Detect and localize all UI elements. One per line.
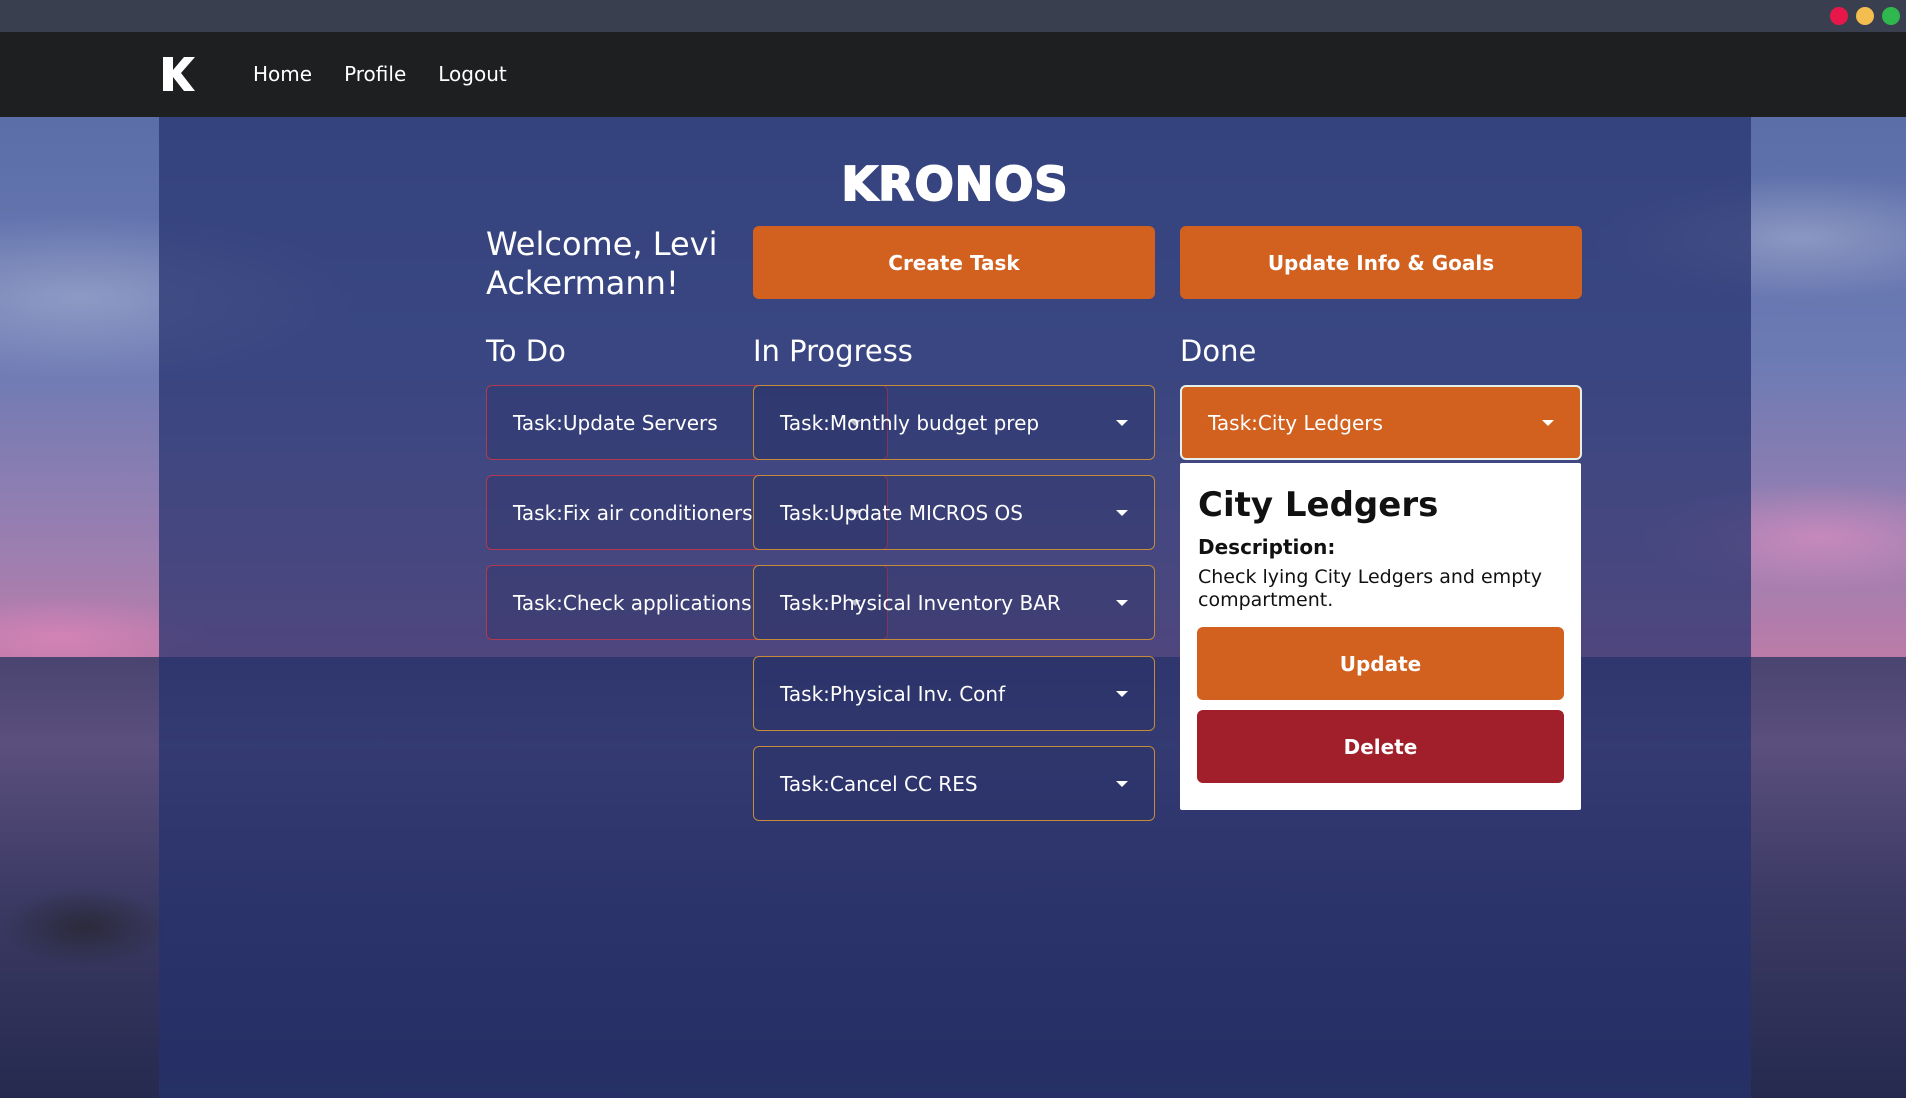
brand-title: KRONOS [841,156,1069,212]
task-dropdown[interactable]: Task:Physical Inventory BAR [753,565,1155,640]
caret-down-icon [1116,509,1128,516]
task-description: Check lying City Ledgers and empty compa… [1198,566,1542,611]
caret-down-icon [1542,419,1554,426]
task-label: Task:Physical Inv. Conf [780,681,1006,706]
task-detail-title: City Ledgers [1198,485,1439,525]
task-label: Task:Monthly budget prep [780,410,1040,435]
minimize-window-icon[interactable] [1856,7,1874,25]
nav-logout-link[interactable]: Logout [438,62,506,86]
nav-profile-link[interactable]: Profile [344,62,406,86]
caret-down-icon [1116,690,1128,697]
task-label: Task:City Ledgers [1208,410,1383,435]
close-window-icon[interactable] [1830,7,1848,25]
task-dropdown[interactable]: Task:Cancel CC RES [753,746,1155,821]
kronos-logo-icon[interactable] [162,56,196,92]
caret-down-icon [1116,599,1128,606]
column-title-in-progress: In Progress [753,334,913,368]
task-dropdown[interactable]: Task:Physical Inv. Conf [753,656,1155,731]
task-dropdown[interactable]: Task:Monthly budget prep [753,385,1155,460]
navbar: Home Profile Logout [0,32,1906,117]
caret-down-icon [1116,419,1128,426]
nav-home-link[interactable]: Home [253,62,312,86]
task-label: Task:Cancel CC RES [780,771,978,796]
maximize-window-icon[interactable] [1882,7,1900,25]
task-label: Task:Physical Inventory BAR [780,590,1061,615]
task-label: Task:Update MICROS OS [780,500,1023,525]
create-task-button[interactable]: Create Task [753,226,1155,299]
window-chrome [0,0,1906,32]
column-title-todo: To Do [486,334,566,368]
nav-links: Home Profile Logout [253,62,507,86]
column-title-done: Done [1180,334,1257,368]
update-task-button[interactable]: Update [1197,627,1564,700]
delete-task-button[interactable]: Delete [1197,710,1564,783]
caret-down-icon [1116,780,1128,787]
task-dropdown[interactable]: Task:Update MICROS OS [753,475,1155,550]
update-info-goals-button[interactable]: Update Info & Goals [1180,226,1582,299]
task-detail-card: City Ledgers Description: Check lying Ci… [1180,463,1581,810]
background-rocks [0,887,170,967]
task-dropdown-selected[interactable]: Task:City Ledgers [1180,385,1582,460]
dashboard-panel: KRONOS Welcome, Levi Ackermann! Create T… [159,117,1751,1098]
task-description-label: Description: [1198,535,1336,559]
